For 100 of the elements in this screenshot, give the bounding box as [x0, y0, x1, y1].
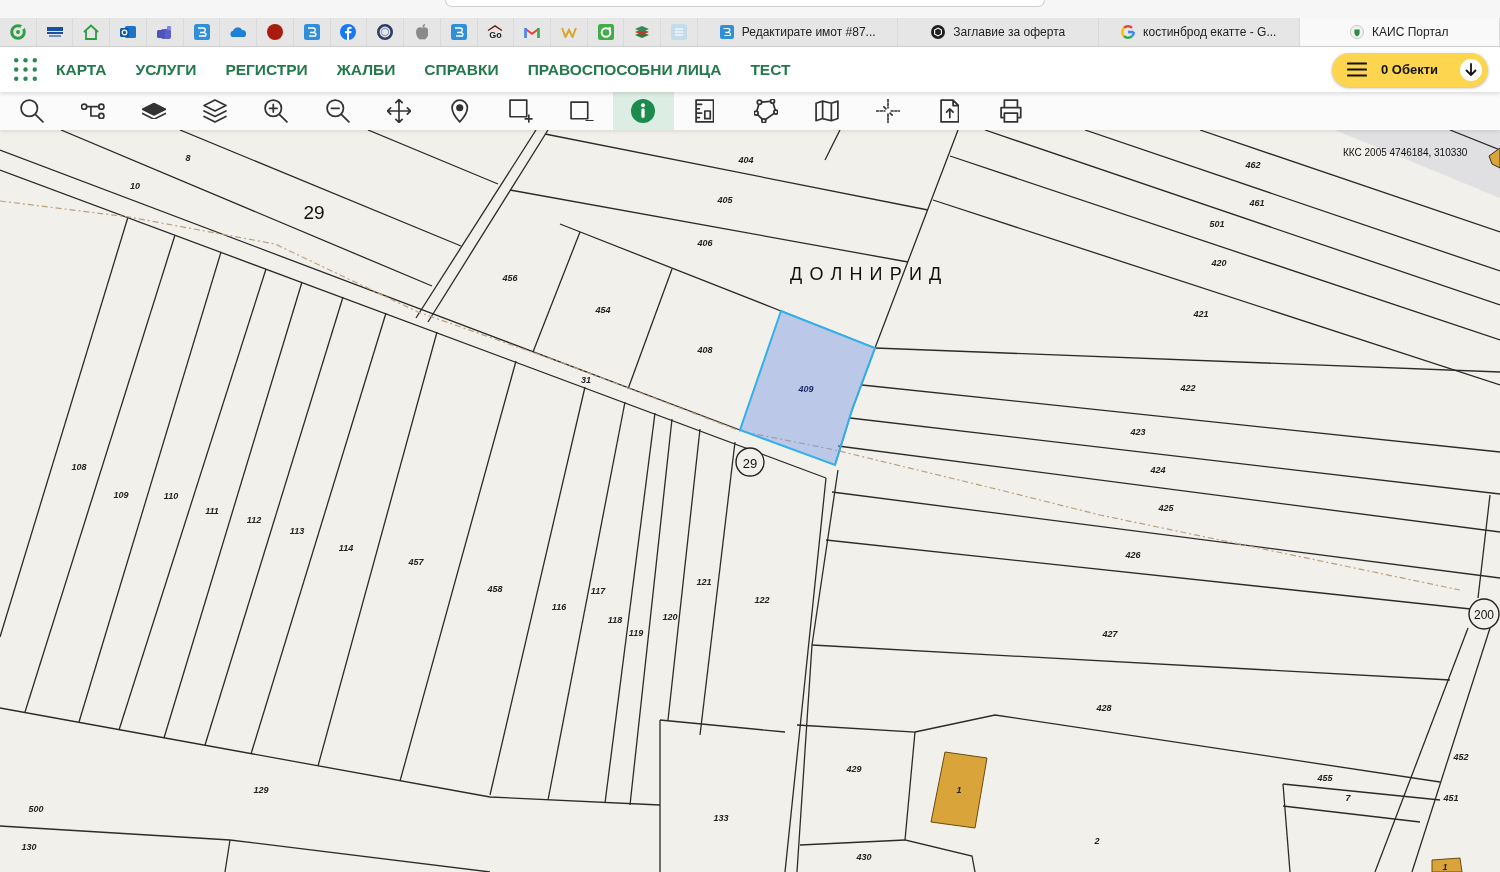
parcel-number: 427	[1102, 629, 1118, 639]
team-tile-icon	[156, 25, 173, 39]
browser-tab[interactable]: Редактирате имот #87...	[697, 18, 899, 46]
parcel-number: 111	[205, 506, 219, 516]
building-number: 1	[956, 785, 962, 795]
info-icon	[631, 99, 656, 123]
document-upload-icon	[939, 99, 960, 123]
info-button[interactable]	[612, 92, 675, 130]
arrow-down-icon	[1460, 58, 1482, 81]
bank-logo-icon	[46, 27, 63, 37]
parcel-number: 457	[408, 557, 424, 567]
apple-icon	[415, 24, 429, 40]
cloud-icon	[230, 26, 247, 38]
nodes-icon	[80, 102, 105, 120]
parcel-number: 421	[1193, 309, 1209, 319]
marker-icon	[1488, 147, 1500, 169]
menu-link[interactable]: УСЛУГИ	[135, 57, 197, 82]
coordinates-label: ККС 2005 4746184, 310330	[1343, 146, 1468, 158]
parcel-number: 428	[1096, 703, 1112, 713]
parcel-number: 430	[856, 852, 872, 862]
road-marker	[735, 447, 765, 477]
parcel-number: 8	[185, 153, 191, 163]
print-icon	[999, 99, 1022, 123]
ring-tile-icon	[597, 24, 614, 40]
parcel-number: 420	[1211, 258, 1227, 268]
menu-link[interactable]: КАРТА	[56, 57, 107, 82]
parcel-number: 108	[71, 462, 87, 472]
map-icon	[815, 100, 840, 122]
menu-link[interactable]: ЖАЛБИ	[336, 57, 396, 82]
parcel-number: 10	[130, 181, 140, 191]
parcel-number: 423	[1130, 427, 1146, 437]
road-number: 29	[303, 201, 325, 223]
address-field[interactable]	[445, 0, 1045, 7]
browser-tab[interactable]: Заглавие за оферта	[898, 18, 1099, 46]
browser-tab[interactable]: КАИС Портал	[1299, 18, 1500, 46]
ring-icon	[377, 24, 394, 40]
building-number: 1	[1442, 862, 1448, 872]
parcel-number: 130	[21, 842, 37, 852]
menu-icon	[1347, 62, 1367, 77]
parcel-number: 425	[1158, 503, 1174, 513]
layers-icon	[141, 102, 166, 120]
move-icon	[386, 99, 411, 123]
parcel-number: 461	[1249, 198, 1265, 208]
parcel-number: 110	[163, 491, 179, 501]
parcel-number: 456	[502, 273, 518, 283]
ring-icon	[9, 24, 26, 40]
menu-link[interactable]: РЕГИСТРИ	[225, 57, 308, 82]
tile-icon	[303, 24, 320, 40]
social-logo-icon	[340, 24, 357, 40]
parcel-number: 429	[846, 764, 862, 774]
zoom-out-icon	[325, 99, 350, 123]
menu-link[interactable]: СПРАВКИ	[424, 57, 499, 82]
parcel-number: 406	[697, 238, 713, 248]
zoom-in-icon	[264, 99, 289, 123]
apps-grid-icon	[14, 58, 37, 81]
hexagon-logo-icon	[931, 25, 946, 39]
parcel-number: 422	[1180, 383, 1196, 393]
pin-icon	[451, 99, 469, 123]
parcel-number: 455	[1317, 773, 1333, 783]
tile-icon	[450, 24, 467, 40]
search-icon	[19, 99, 44, 123]
ruler-icon	[694, 99, 715, 123]
crosshair-icon	[876, 99, 901, 123]
parcel-number: 116	[551, 602, 567, 612]
parcel-number: 129	[253, 785, 269, 795]
road-marker	[1468, 598, 1500, 630]
square-plus-icon	[509, 99, 534, 123]
dot-icon	[267, 24, 283, 40]
parcel-number: 500	[28, 804, 44, 814]
menu-link[interactable]: ТЕСТ	[750, 57, 791, 82]
parcel-number: 117	[590, 586, 606, 596]
parcel-number: 405	[717, 195, 733, 205]
parcel-number: 426	[1125, 550, 1141, 560]
square-minus-icon	[570, 100, 595, 122]
parcel-number: 113	[289, 526, 305, 536]
parcel-number: 424	[1150, 465, 1166, 475]
parcel-number: 112	[246, 515, 262, 525]
parcel-number: 118	[607, 615, 623, 625]
objects-button[interactable]: 0 Обекти	[1332, 52, 1488, 87]
parcel-number: 114	[338, 543, 354, 553]
tile-icon	[719, 25, 734, 39]
browser-tab[interactable]: костинброд екатте - G...	[1099, 18, 1300, 46]
pinned-tab[interactable]: Go	[477, 18, 515, 46]
parcel-number: 119	[628, 628, 644, 638]
parcel-number: 404	[738, 155, 754, 165]
parcel-number: 31	[581, 375, 591, 385]
parcel-number: 451	[1443, 793, 1459, 803]
road-number: 200	[1474, 608, 1494, 622]
road-number: 29	[742, 455, 758, 471]
parcel-number: 408	[697, 345, 713, 355]
parcel-number: 462	[1245, 160, 1261, 170]
books-icon	[634, 26, 651, 38]
tile-icon	[193, 24, 210, 40]
tile-icon	[671, 24, 688, 40]
ring-logo-icon	[1121, 25, 1136, 39]
parcel-number: 458	[487, 584, 503, 594]
parcel-number: 133	[713, 813, 729, 823]
zigzag-icon	[560, 26, 577, 38]
parcel-number: 409	[798, 384, 814, 394]
menu-link[interactable]: ПРАВОСПОСОБНИ ЛИЦА	[527, 57, 722, 82]
